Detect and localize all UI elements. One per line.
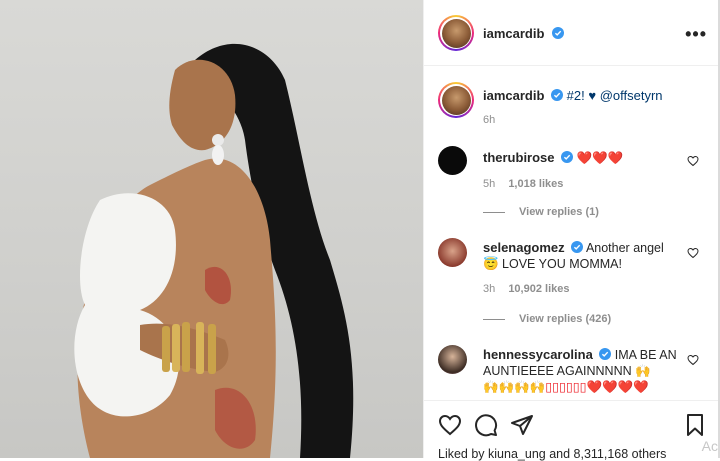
comment-text: IMA BE AN	[614, 348, 677, 362]
paper-plane-icon[interactable]	[510, 413, 534, 437]
comment-time: 3h	[483, 283, 496, 295]
caption-avatar[interactable]	[438, 82, 474, 118]
verified-icon	[599, 348, 612, 360]
verified-icon	[561, 151, 573, 163]
verified-icon	[551, 89, 564, 101]
comment-text-continued: AUNTIEEEE AGAINNNNN 🙌	[483, 364, 651, 378]
comment-username[interactable]: therubirose	[483, 150, 555, 165]
comment-text: Another angel	[585, 241, 664, 255]
bookmark-icon[interactable]	[683, 413, 707, 437]
verified-icon	[551, 27, 564, 39]
verified-icon	[571, 241, 584, 253]
caption-mention-link[interactable]: @offsetyrn	[600, 88, 663, 103]
post-time: 6h	[483, 114, 496, 126]
post-actions-bar: Liked by kiuna_ung and 8,311,168 others	[424, 400, 720, 461]
comment-icon[interactable]	[474, 413, 498, 437]
post-photo[interactable]	[0, 0, 423, 458]
comment-avatar[interactable]	[438, 146, 467, 175]
comment-username[interactable]: selenagomez	[483, 240, 565, 255]
caption-username[interactable]: iamcardib	[483, 88, 544, 103]
view-replies-button[interactable]: View replies (426)	[483, 313, 611, 325]
comment-username[interactable]: hennessycarolina	[483, 347, 593, 362]
comment-likes[interactable]: 1,018 likes	[508, 178, 563, 190]
post-side-panel: iamcardib ••• iamcardib #2! ♥ @offsetyrn…	[423, 0, 720, 461]
view-replies-button[interactable]: View replies (1)	[483, 206, 599, 218]
edge-cut-text: Ac	[701, 438, 718, 454]
comment-time: 5h	[483, 178, 496, 190]
comment-avatar[interactable]	[438, 238, 467, 267]
comment-like-icon[interactable]	[687, 155, 699, 167]
liked-by-text[interactable]: Liked by kiuna_ung and 8,311,168 others	[438, 447, 666, 461]
view-replies-label: View replies (1)	[519, 206, 599, 218]
comment-like-icon[interactable]	[687, 247, 699, 259]
comment-like-icon[interactable]	[687, 354, 699, 366]
heart-icon[interactable]	[438, 413, 462, 437]
author-username[interactable]: iamcardib	[483, 26, 544, 41]
comment-text-emoji: 🙌🙌🙌🙌▯▯▯▯▯▯❤️❤️❤️❤️	[483, 380, 649, 394]
post-header: iamcardib •••	[424, 0, 720, 66]
comment-likes[interactable]: 10,902 likes	[508, 283, 569, 295]
comment-avatar[interactable]	[438, 345, 467, 374]
comment-text: ❤️❤️❤️	[576, 151, 624, 165]
author-name-row: iamcardib	[483, 25, 564, 43]
comment-text-continued: 😇 LOVE YOU MOMMA!	[483, 257, 622, 271]
view-replies-label: View replies (426)	[519, 313, 612, 325]
caption-hashtag-text: #2! ♥	[566, 88, 597, 103]
author-avatar[interactable]	[438, 15, 474, 51]
post-photo-illustration	[74, 44, 354, 458]
more-options-icon[interactable]: •••	[685, 24, 707, 45]
